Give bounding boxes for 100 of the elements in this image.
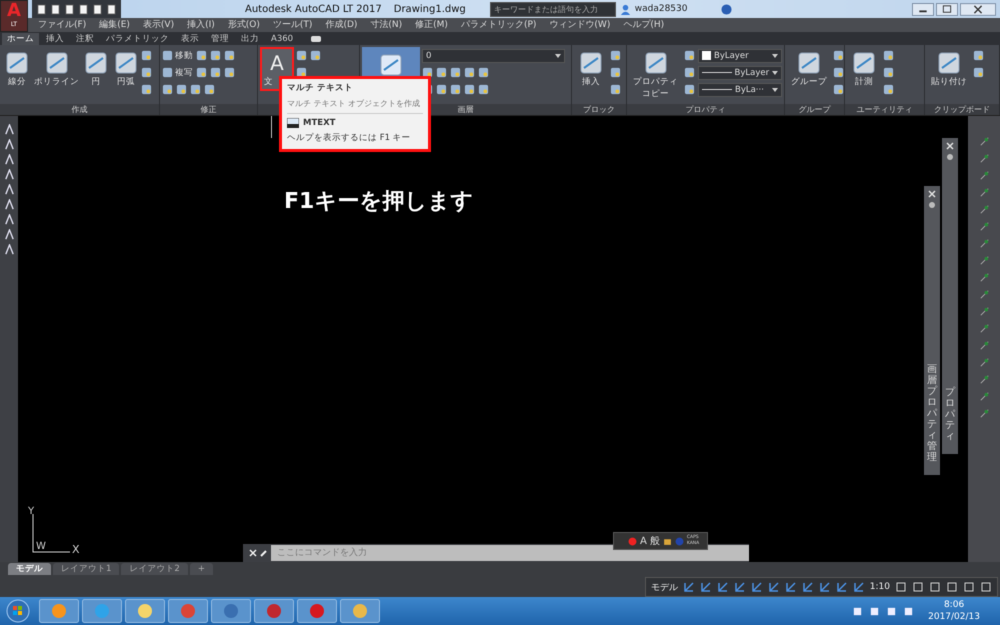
ribbon-button[interactable]: グループ xyxy=(787,46,831,91)
layout-tab[interactable]: レイアウト1 xyxy=(53,563,120,576)
ribbon-button[interactable]: 移動 xyxy=(162,50,193,62)
menu-item[interactable]: 形式(O) xyxy=(228,18,260,32)
ribbon-button[interactable]: 貼り付け xyxy=(927,46,971,91)
palette-panel[interactable]: 画層プロパティ管理 xyxy=(924,186,940,475)
snap-icon[interactable] xyxy=(978,254,990,266)
status-icon[interactable] xyxy=(682,581,695,594)
tool-icon[interactable] xyxy=(610,50,621,62)
tray-icon[interactable] xyxy=(869,606,880,617)
status-icon[interactable] xyxy=(912,581,924,594)
menu-item[interactable]: パラメトリック(P) xyxy=(460,18,536,32)
ribbon-button[interactable]: 円 xyxy=(81,46,111,91)
panel-title[interactable]: ユーティリティ xyxy=(856,104,912,115)
ribbon-button[interactable]: 線分 xyxy=(2,46,32,91)
tool-icon[interactable] xyxy=(204,84,215,96)
snap-icon[interactable] xyxy=(978,356,990,368)
tool-icon[interactable] xyxy=(162,84,173,96)
status-icon[interactable] xyxy=(750,581,763,594)
tool-icon[interactable] xyxy=(478,84,489,96)
quick-access-icon[interactable] xyxy=(78,4,89,14)
tool-icon[interactable] xyxy=(141,67,152,78)
layout-tab[interactable]: モデル xyxy=(8,563,51,576)
tool-icon[interactable] xyxy=(464,67,475,78)
ribbon-tab[interactable]: 挿入 xyxy=(41,32,69,45)
snap-icon[interactable] xyxy=(978,170,990,181)
status-icon[interactable] xyxy=(700,581,712,594)
snap-icon[interactable] xyxy=(978,152,990,164)
tool-icon[interactable] xyxy=(684,84,695,96)
tool-icon[interactable] xyxy=(4,214,14,225)
status-icon[interactable] xyxy=(929,581,941,594)
layout-tab[interactable]: + xyxy=(190,563,213,576)
menu-item[interactable]: ツール(T) xyxy=(272,18,312,32)
maximize-icon[interactable] xyxy=(936,2,958,16)
tool-icon[interactable] xyxy=(190,84,201,96)
tool-icon[interactable] xyxy=(141,84,152,96)
ribbon-tab[interactable]: 注釈 xyxy=(71,32,99,45)
tray-icon[interactable] xyxy=(903,606,914,617)
snap-icon[interactable] xyxy=(978,204,990,215)
dropdown[interactable]: 0 xyxy=(422,48,565,63)
ribbon-tab[interactable]: A360 xyxy=(266,32,298,45)
panel-title[interactable]: 修正 xyxy=(200,104,216,115)
tool-icon[interactable] xyxy=(833,84,844,96)
tool-icon[interactable] xyxy=(210,67,221,78)
quick-access-icon[interactable] xyxy=(36,4,47,14)
tool-icon[interactable] xyxy=(610,67,621,78)
menu-item[interactable]: 挿入(I) xyxy=(187,18,215,32)
tray-icon[interactable] xyxy=(886,606,898,617)
quick-access-icon[interactable] xyxy=(92,4,103,14)
ribbon-button[interactable]: プロパティ コピー xyxy=(629,46,682,103)
tool-icon[interactable] xyxy=(196,67,207,78)
tool-icon[interactable] xyxy=(224,67,235,78)
tool-icon[interactable] xyxy=(610,84,621,96)
layout-tab[interactable]: レイアウト2 xyxy=(121,563,188,576)
tool-icon[interactable] xyxy=(973,50,984,62)
clock-date[interactable]: 2017/02/13 xyxy=(928,611,980,624)
tool-icon[interactable] xyxy=(176,84,187,96)
minimize-icon[interactable] xyxy=(912,2,934,16)
ribbon-tab[interactable]: ホーム xyxy=(2,32,39,45)
tool-icon[interactable] xyxy=(4,228,14,240)
status-icon[interactable] xyxy=(946,581,958,594)
tool-icon[interactable] xyxy=(450,67,461,78)
status-icon[interactable] xyxy=(818,581,831,594)
status-icon[interactable] xyxy=(784,581,797,594)
status-icon[interactable] xyxy=(963,581,975,594)
status-icon[interactable] xyxy=(734,581,746,594)
menu-item[interactable]: 作成(D) xyxy=(325,18,358,32)
status-icon[interactable] xyxy=(895,581,907,594)
ribbon-button[interactable]: ポリライン xyxy=(32,46,81,91)
record-icon[interactable] xyxy=(628,536,637,546)
box-icon[interactable] xyxy=(662,536,672,546)
status-icon[interactable] xyxy=(836,581,848,594)
quick-access-icon[interactable] xyxy=(64,4,75,14)
tool-icon[interactable] xyxy=(883,67,894,78)
tray-icon[interactable] xyxy=(852,606,864,617)
panel-title[interactable]: 作成 xyxy=(72,104,88,115)
snap-icon[interactable] xyxy=(978,272,990,283)
snap-icon[interactable] xyxy=(978,374,990,385)
command-input[interactable]: ここにコマンドを入力 xyxy=(271,545,749,562)
clock-time[interactable]: 8:06 xyxy=(944,599,964,612)
tool-icon[interactable] xyxy=(4,184,14,195)
tool-icon[interactable] xyxy=(478,67,489,78)
status-icon[interactable] xyxy=(768,581,780,594)
menu-item[interactable]: 表示(V) xyxy=(142,18,174,32)
status-icon[interactable] xyxy=(980,581,992,594)
snap-icon[interactable] xyxy=(978,136,990,147)
snap-icon[interactable] xyxy=(978,322,990,334)
snap-icon[interactable] xyxy=(978,306,990,317)
menu-item[interactable]: 寸法(N) xyxy=(370,18,402,32)
tool-icon[interactable] xyxy=(4,168,14,180)
menu-item[interactable]: ヘルプ(H) xyxy=(623,18,664,32)
tool-icon[interactable] xyxy=(296,50,307,62)
tool-icon[interactable] xyxy=(883,50,894,62)
tool-icon[interactable] xyxy=(464,84,475,96)
snap-icon[interactable] xyxy=(978,220,990,232)
snap-icon[interactable] xyxy=(978,340,990,351)
ribbon-tab[interactable]: 表示 xyxy=(176,32,204,45)
status-icon[interactable] xyxy=(716,581,729,594)
ribbon-tab[interactable]: パラメトリック xyxy=(101,32,174,45)
tool-icon[interactable] xyxy=(436,84,447,96)
